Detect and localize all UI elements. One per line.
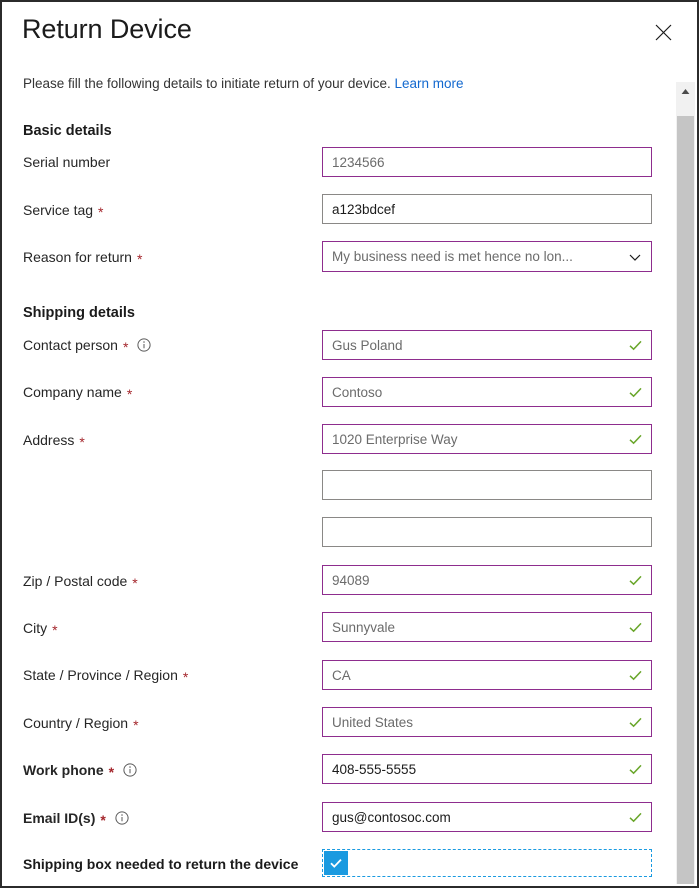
section-heading-basic: Basic details xyxy=(23,123,112,139)
close-icon xyxy=(655,24,672,41)
zip-value: 94089 xyxy=(332,572,370,588)
address-line1-input[interactable]: 1020 Enterprise Way xyxy=(322,424,652,454)
info-icon[interactable] xyxy=(137,338,152,352)
email-input[interactable]: gus@contosoc.com xyxy=(322,802,652,832)
label-zip: Zip / Postal code * xyxy=(23,573,138,591)
label-company-name: Company name * xyxy=(23,384,133,402)
label-serial-number: Serial number xyxy=(23,154,111,170)
required-marker: * xyxy=(126,386,133,402)
serial-number-value: 1234566 xyxy=(332,154,385,170)
label-email: Email ID(s) * xyxy=(23,808,129,828)
shipping-box-checkbox[interactable] xyxy=(324,851,348,875)
address-line1-value: 1020 Enterprise Way xyxy=(332,431,458,447)
required-marker: * xyxy=(100,812,106,828)
checkmark-icon xyxy=(627,572,643,588)
label-service-tag: Service tag * xyxy=(23,202,104,220)
scrollbar-thumb[interactable] xyxy=(677,116,694,884)
return-device-dialog: Return Device Please fill the following … xyxy=(0,0,699,888)
info-icon[interactable] xyxy=(123,763,137,777)
required-marker: * xyxy=(133,717,139,733)
label-address: Address * xyxy=(23,432,85,450)
city-value: Sunnyvale xyxy=(332,619,396,635)
company-name-input[interactable]: Contoso xyxy=(322,377,652,407)
label-state: State / Province / Region * xyxy=(23,667,189,685)
address-line3-input[interactable] xyxy=(322,517,652,547)
required-marker: * xyxy=(108,764,115,780)
label-reason-for-return: Reason for return * xyxy=(23,249,143,267)
triangle-up-icon xyxy=(681,88,690,95)
label-contact-person: Contact person * xyxy=(23,335,152,355)
form-body: Basic details Serial number 1234566 Serv… xyxy=(2,106,674,886)
scroll-up-button[interactable] xyxy=(676,82,695,101)
learn-more-link[interactable]: Learn more xyxy=(394,76,463,91)
company-name-value: Contoso xyxy=(332,384,383,400)
required-marker: * xyxy=(79,434,85,450)
work-phone-input[interactable]: 408-555-5555 xyxy=(322,754,652,784)
checkmark-icon xyxy=(627,809,643,825)
shipping-box-row: Shipping box needed to return the device xyxy=(23,849,652,879)
work-phone-value: 408-555-5555 xyxy=(332,761,417,777)
address-line2-input[interactable] xyxy=(322,470,652,500)
section-heading-shipping: Shipping details xyxy=(23,305,135,321)
checkmark-icon xyxy=(627,619,643,635)
checkmark-icon xyxy=(627,384,643,400)
serial-number-input[interactable]: 1234566 xyxy=(322,147,652,177)
service-tag-input[interactable]: a123bdcef xyxy=(322,194,652,224)
required-marker: * xyxy=(132,575,138,591)
state-input[interactable]: CA xyxy=(322,660,652,690)
required-marker: * xyxy=(122,339,129,355)
checkmark-icon xyxy=(627,337,643,353)
checkmark-icon xyxy=(627,667,643,683)
label-work-phone: Work phone * xyxy=(23,760,137,780)
shipping-box-label: Shipping box needed to return the device xyxy=(23,856,299,872)
dialog-header: Return Device xyxy=(2,2,697,64)
reason-for-return-value: My business need is met hence no lon... xyxy=(332,249,573,264)
page-title: Return Device xyxy=(22,14,192,44)
label-city: City * xyxy=(23,620,58,638)
zip-input[interactable]: 94089 xyxy=(322,565,652,595)
chevron-down-icon xyxy=(627,249,643,265)
checkmark-icon xyxy=(627,431,643,447)
contact-person-value: Gus Poland xyxy=(332,337,403,353)
label-country: Country / Region * xyxy=(23,715,139,733)
service-tag-value: a123bdcef xyxy=(332,201,396,217)
reason-for-return-select[interactable]: My business need is met hence no lon... xyxy=(322,241,652,272)
state-value: CA xyxy=(332,667,351,683)
contact-person-input[interactable]: Gus Poland xyxy=(322,330,652,360)
subtitle-text: Please fill the following details to ini… xyxy=(23,76,391,91)
shipping-box-focus-ring xyxy=(322,849,652,877)
checkmark-icon xyxy=(627,761,643,777)
close-button[interactable] xyxy=(649,18,677,46)
info-icon[interactable] xyxy=(115,811,129,825)
scrollbar[interactable] xyxy=(676,82,695,884)
city-input[interactable]: Sunnyvale xyxy=(322,612,652,642)
country-value: United States xyxy=(332,714,414,730)
required-marker: * xyxy=(52,622,58,638)
required-marker: * xyxy=(98,204,104,220)
checkmark-icon xyxy=(627,714,643,730)
country-input[interactable]: United States xyxy=(322,707,652,737)
dialog-subtitle: Please fill the following details to ini… xyxy=(23,76,464,91)
required-marker: * xyxy=(182,669,189,685)
email-value: gus@contosoc.com xyxy=(332,809,451,825)
required-marker: * xyxy=(136,251,143,267)
